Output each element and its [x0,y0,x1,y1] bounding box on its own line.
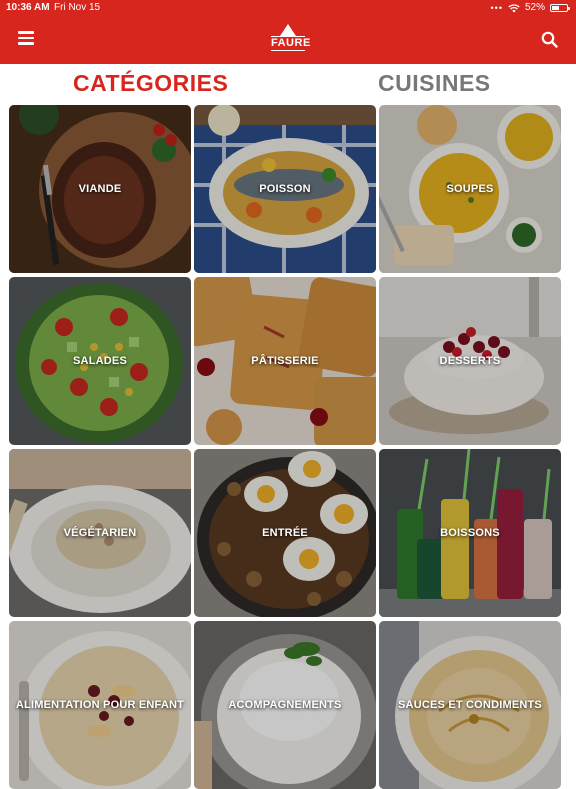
battery-percent: 52% [524,2,545,13]
status-right-group: ••• 52% [490,0,570,16]
tab-cuisines[interactable]: CUISINES [378,70,491,97]
category-label: ACOMPAGNEMENTS [228,699,342,711]
top-bar: 10:36 AM Fri Nov 15 ••• 52% FAURE [0,0,576,64]
status-time: 10:36 AM [6,2,50,13]
category-tile-salades[interactable]: SALADES [9,277,191,445]
category-tile-boissons[interactable]: BOISSONS [379,449,561,617]
search-icon[interactable] [540,30,560,50]
status-date: Fri Nov 15 [54,2,101,13]
category-tile-alimentation-pour-enfant[interactable]: ALIMENTATION POUR ENFANT [9,621,191,789]
category-label: ENTRÉE [262,527,308,539]
battery-icon [550,4,570,12]
category-tile-desserts[interactable]: DESSERTS [379,277,561,445]
category-tile-soupes[interactable]: SOUPES [379,105,561,273]
app-header: FAURE [0,16,576,64]
category-tile-viande[interactable]: VIANDE [9,105,191,273]
category-label: SOUPES [446,183,494,195]
category-label: ALIMENTATION POUR ENFANT [15,699,185,711]
category-tile-vegetarien[interactable]: VÉGÉTARIEN [9,449,191,617]
category-tile-acompagnements[interactable]: ACOMPAGNEMENTS [194,621,376,789]
category-label: SAUCES ET CONDIMENTS [398,699,542,711]
category-label: PÂTISSERIE [251,355,319,367]
category-label: VÉGÉTARIEN [63,527,137,539]
wifi-icon [508,3,520,12]
faure-logo: FAURE [271,24,311,54]
category-tabs: CATÉGORIES CUISINES [0,64,576,106]
category-tile-patisserie[interactable]: PÂTISSERIE [194,277,376,445]
category-label: BOISSONS [440,527,500,539]
status-bar: 10:36 AM Fri Nov 15 ••• 52% [0,0,576,16]
category-label: POISSON [259,183,311,195]
category-tile-entree[interactable]: ENTRÉE [194,449,376,617]
logo-roof-mark [280,24,296,36]
category-label: DESSERTS [439,355,501,367]
logo-text: FAURE [271,36,311,51]
category-label: VIANDE [78,183,122,195]
tab-categories[interactable]: CATÉGORIES [73,70,228,97]
category-tile-poisson[interactable]: POISSON [194,105,376,273]
signal-dots-icon: ••• [490,3,503,13]
menu-button[interactable] [18,31,34,45]
category-tile-sauces-et-condiments[interactable]: SAUCES ET CONDIMENTS [379,621,561,789]
category-label: SALADES [73,355,127,367]
